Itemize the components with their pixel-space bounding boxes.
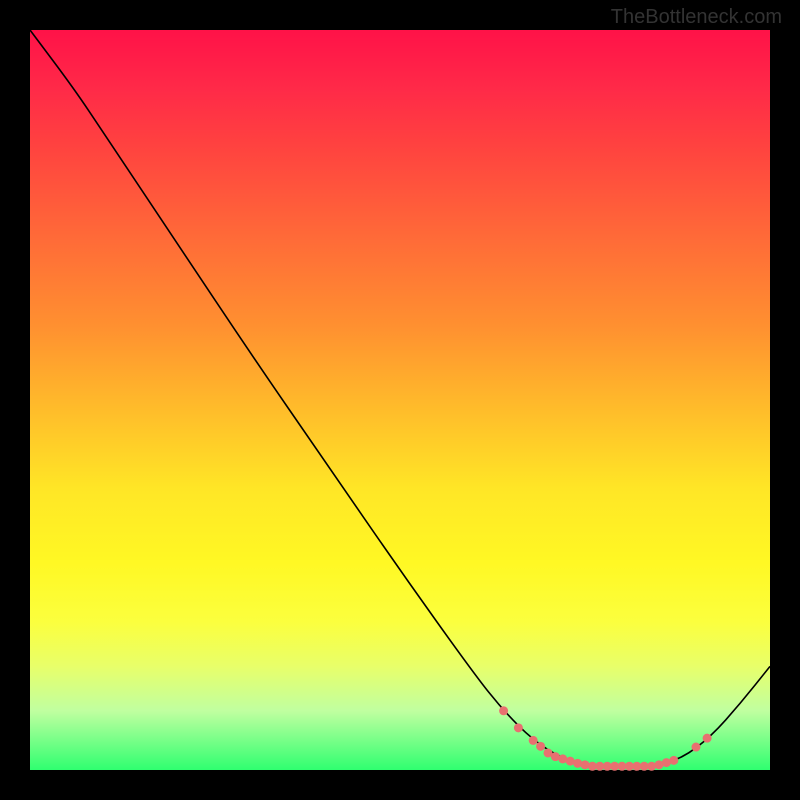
curve-marker — [514, 723, 523, 732]
curve-marker — [647, 762, 656, 771]
curve-marker — [692, 743, 701, 752]
chart-plot-area — [30, 30, 770, 770]
watermark-text: TheBottleneck.com — [611, 6, 782, 29]
curve-marker — [573, 759, 582, 768]
curve-marker — [499, 706, 508, 715]
curve-marker — [581, 760, 590, 769]
bottleneck-curve — [30, 30, 770, 766]
curve-marker — [703, 734, 712, 743]
curve-markers — [499, 706, 711, 771]
curve-marker — [536, 742, 545, 751]
curve-marker — [529, 736, 538, 745]
curve-marker — [669, 756, 678, 765]
chart-svg — [30, 30, 770, 770]
